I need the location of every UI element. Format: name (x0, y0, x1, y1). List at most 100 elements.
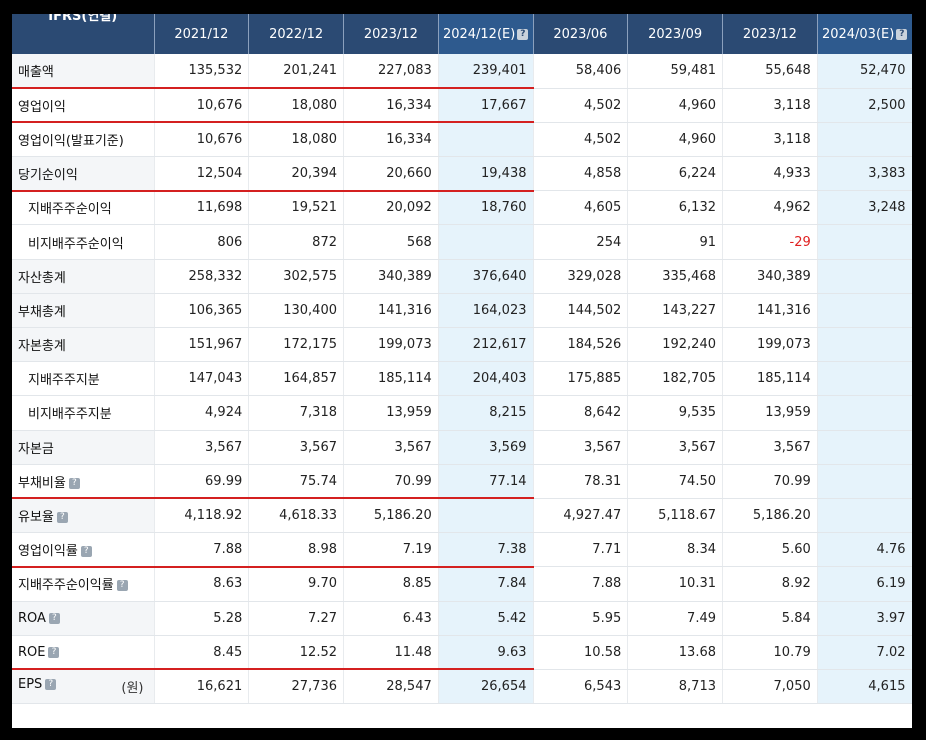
table-row: ROA? 5.28 7.27 6.43 5.42 5.95 7.49 5.84 3.97 (12, 601, 912, 636)
row-label-text: 영업이익 (18, 99, 66, 115)
help-icon[interactable]: ? (56, 512, 68, 524)
col-header-estimate: 2024/12(E)? (438, 14, 534, 54)
table-cell: 141,316 (343, 293, 439, 329)
row-label-text: 부채비율 (18, 475, 66, 491)
help-icon[interactable]: ? (896, 28, 908, 40)
table-cell: 7.38 (438, 532, 534, 568)
help-icon[interactable]: ? (45, 678, 57, 690)
help-icon[interactable]: ? (517, 28, 529, 40)
row-label: 비지배주주지분 (12, 395, 155, 431)
table-cell (438, 224, 534, 260)
table-cell: 8.85 (343, 566, 439, 602)
table-cell: 4,858 (533, 156, 629, 192)
table-row: 지배주주지분 147,043 164,857 185,114 204,403 175,88… (12, 361, 912, 397)
table-cell: 28,547 (343, 669, 439, 705)
row-highlight-underline (12, 190, 534, 192)
table-cell: 7.88 (533, 566, 629, 602)
table-cell: 13,959 (343, 395, 439, 431)
table-cell (438, 498, 534, 534)
table-cell: 19,438 (438, 156, 534, 192)
table-cell: 258,332 (154, 259, 250, 294)
table-row: 자산총계 258,332 302,575 340,389 376,640 329,028 3… (12, 259, 912, 294)
table-row: 자본총계 151,967 172,175 199,073 212,617 184,526 1… (12, 327, 912, 363)
table-cell (817, 122, 912, 158)
table-cell: 192,240 (627, 327, 723, 363)
table-cell: 7.49 (627, 601, 723, 636)
table-cell: 141,316 (722, 293, 818, 329)
table-row: 비지배주주지분 4,924 7,318 13,959 8,215 8,642 9,535 13… (12, 395, 912, 431)
row-label: ROE? (12, 635, 155, 670)
row-label-text: 비지배주주순이익 (28, 236, 124, 252)
table-row: ROE? 8.45 12.52 11.48 9.63 10.58 13.68 10.79 7.0… (12, 635, 912, 670)
table-cell: 5.60 (722, 532, 818, 568)
table-cell: 212,617 (438, 327, 534, 363)
table-cell: 9,535 (627, 395, 723, 431)
table-cell: 3,248 (817, 190, 912, 226)
help-icon[interactable]: ? (68, 477, 80, 489)
table-cell: 26,654 (438, 669, 534, 705)
header-row: IFRS(연결) 2021/12 2022/12 2023/12 2024/12… (12, 14, 912, 54)
table-cell: 3.97 (817, 601, 912, 636)
table-cell: 9.70 (248, 566, 344, 602)
row-label-text: 유보율 (18, 510, 54, 526)
table-row: 비지배주주순이익 806 872 568 254 91 -29 (12, 224, 912, 260)
table-cell: 8.45 (154, 635, 250, 670)
table-cell: 3,567 (154, 430, 250, 465)
table-cell: 58,406 (533, 54, 629, 89)
table-cell: 6,224 (627, 156, 723, 192)
row-label: 유보율? (12, 498, 155, 534)
table-row: 부채총계 106,365 130,400 141,316 164,023 144,502 1… (12, 293, 912, 329)
table-cell: 4,927.47 (533, 498, 629, 534)
table-cell: 8.98 (248, 532, 344, 568)
table-cell: 13,959 (722, 395, 818, 431)
help-icon[interactable]: ? (48, 646, 60, 658)
col-header-estimate: 2024/03(E)? (817, 14, 912, 54)
row-label: 자본총계 (12, 327, 155, 363)
table-cell: 19,521 (248, 190, 344, 226)
table-cell: 11,698 (154, 190, 250, 226)
table-cell: 7.02 (817, 635, 912, 670)
table-cell: 340,389 (722, 259, 818, 294)
table-cell: 5.84 (722, 601, 818, 636)
row-label: 지배주주순이익률? (12, 566, 155, 602)
row-highlight-underline (12, 121, 534, 123)
help-icon[interactable]: ? (80, 546, 92, 558)
table-cell: 7.19 (343, 532, 439, 568)
table-cell: 7.71 (533, 532, 629, 568)
table-cell: 199,073 (722, 327, 818, 363)
table-cell: 806 (154, 224, 250, 260)
table-cell: 20,660 (343, 156, 439, 192)
table-cell: 55,648 (722, 54, 818, 89)
table-cell: 16,621 (154, 669, 250, 705)
table-cell: 147,043 (154, 361, 250, 397)
table-cell: 4,615 (817, 669, 912, 705)
row-highlight-underline (12, 87, 534, 89)
table-cell: 3,567 (248, 430, 344, 465)
table-cell: 18,080 (248, 88, 344, 123)
table-cell: 70.99 (343, 464, 439, 499)
row-highlight-underline (12, 566, 534, 568)
table-cell: 185,114 (722, 361, 818, 397)
table-cell: 8.63 (154, 566, 250, 602)
table-cell: 6,132 (627, 190, 723, 226)
row-highlight-underline (12, 668, 534, 670)
table-cell: 199,073 (343, 327, 439, 363)
row-label: 매출액 (12, 54, 155, 89)
table-cell: 130,400 (248, 293, 344, 329)
table-cell (817, 224, 912, 260)
table-cell: 144,502 (533, 293, 629, 329)
financial-summary-table-frame: IFRS(연결) 2021/12 2022/12 2023/12 2024/12… (12, 14, 912, 728)
table-cell: 17,667 (438, 88, 534, 123)
table-cell: 8.92 (722, 566, 818, 602)
table-cell: 5,118.67 (627, 498, 723, 534)
table-cell: 7,318 (248, 395, 344, 431)
table-cell (817, 430, 912, 465)
help-icon[interactable]: ? (116, 580, 128, 592)
table-cell: 75.74 (248, 464, 344, 499)
row-label-text: 자본총계 (18, 339, 66, 355)
row-label: 영업이익(발표기준) (12, 122, 155, 158)
table-row: 유보율? 4,118.92 4,618.33 5,186.20 4,927.47 5,11… (12, 498, 912, 534)
table-cell: 182,705 (627, 361, 723, 397)
help-icon[interactable]: ? (48, 612, 60, 624)
table-cell: 4,605 (533, 190, 629, 226)
